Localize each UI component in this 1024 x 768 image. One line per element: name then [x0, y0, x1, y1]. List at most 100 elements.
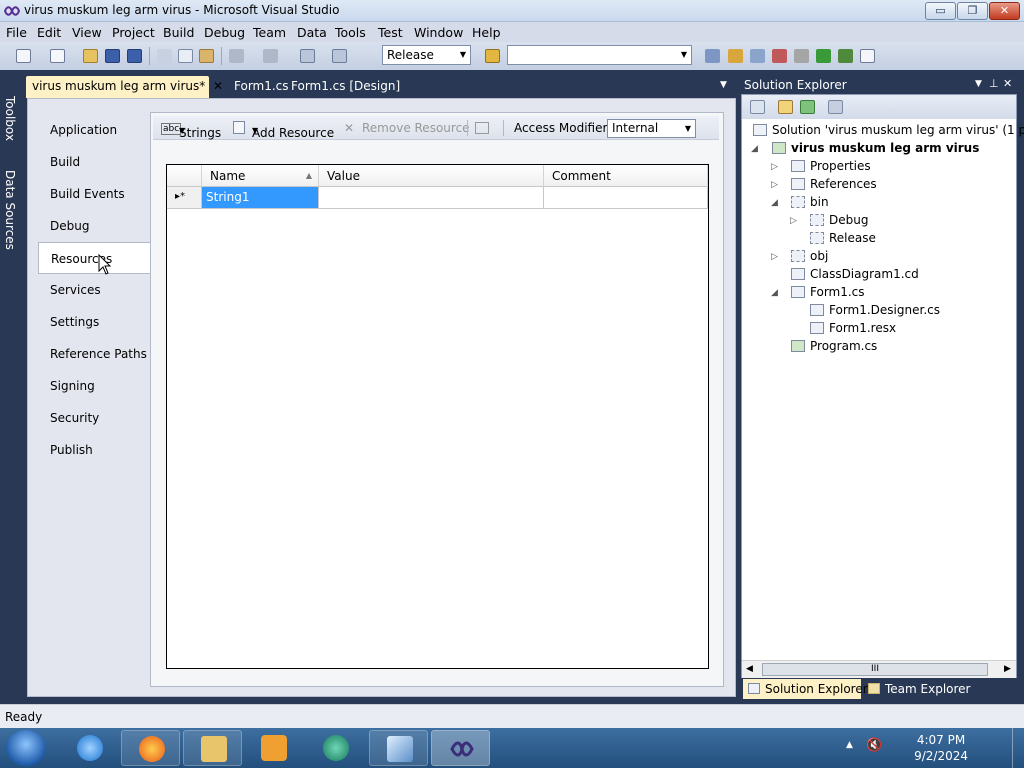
- tree-node-debug[interactable]: Debug: [810, 211, 868, 229]
- expand-icon[interactable]: ▷: [790, 216, 797, 226]
- collapse-icon[interactable]: ◢: [771, 288, 778, 298]
- collapse-icon[interactable]: ◢: [771, 198, 778, 208]
- taskbar-ie[interactable]: [60, 730, 119, 766]
- tree-node-form1-resx[interactable]: Form1.resx: [810, 319, 896, 337]
- nav-settings[interactable]: Settings: [38, 306, 151, 338]
- close-tab-icon[interactable]: ✕: [213, 76, 223, 96]
- column-header-comment[interactable]: Comment: [544, 165, 708, 187]
- chevron-down-icon[interactable]: ▼: [975, 79, 982, 89]
- properties-window-icon[interactable]: [728, 49, 743, 63]
- command-window-icon[interactable]: [860, 49, 875, 63]
- taskbar-media-player[interactable]: [244, 730, 303, 766]
- tree-node-solution[interactable]: Solution 'virus muskum leg arm virus' (1…: [753, 121, 1024, 139]
- menu-project[interactable]: Project: [112, 25, 155, 40]
- data-sources-tab[interactable]: Data Sources: [3, 170, 17, 250]
- menu-window[interactable]: Window: [414, 25, 463, 40]
- value-cell[interactable]: [319, 187, 544, 209]
- access-modifier-dropdown[interactable]: Internal ▼: [607, 119, 696, 138]
- open-file-icon[interactable]: [83, 49, 98, 63]
- tab-form1-design[interactable]: Form1.cs [Design]: [285, 76, 405, 98]
- show-hidden-icons-icon[interactable]: ▲: [846, 740, 853, 750]
- taskbar-firefox[interactable]: [121, 730, 180, 766]
- tab-solution-explorer[interactable]: Solution Explorer: [743, 679, 868, 699]
- object-browser-icon[interactable]: [750, 49, 765, 63]
- expand-icon[interactable]: ▷: [771, 252, 778, 262]
- maximize-button[interactable]: ❐: [957, 2, 988, 20]
- tree-node-bin[interactable]: bin: [791, 193, 829, 211]
- copy-icon[interactable]: [178, 49, 193, 63]
- cut-icon[interactable]: [157, 49, 172, 63]
- menu-help[interactable]: Help: [472, 25, 501, 40]
- views-icon[interactable]: [475, 122, 489, 134]
- menu-data[interactable]: Data: [297, 25, 327, 40]
- tree-node-references[interactable]: References: [791, 175, 877, 193]
- nav-build-events[interactable]: Build Events: [38, 178, 151, 210]
- scrollbar-thumb[interactable]: III: [762, 663, 988, 676]
- navigate-forward-icon[interactable]: [332, 49, 347, 63]
- undo-icon[interactable]: [229, 49, 244, 63]
- find-combo[interactable]: ▼: [507, 45, 692, 65]
- comment-cell[interactable]: [544, 187, 708, 209]
- save-all-icon[interactable]: [127, 49, 142, 63]
- horizontal-scrollbar[interactable]: ◀ III ▶: [742, 660, 1016, 678]
- chevron-down-icon[interactable]: ▼: [720, 80, 727, 90]
- close-button[interactable]: ✕: [989, 2, 1020, 20]
- nav-services[interactable]: Services: [38, 274, 151, 306]
- save-icon[interactable]: [105, 49, 120, 63]
- add-item-icon[interactable]: [50, 49, 65, 63]
- menu-edit[interactable]: Edit: [37, 25, 61, 40]
- show-all-files-icon[interactable]: [778, 100, 793, 114]
- expand-icon[interactable]: ▷: [771, 162, 778, 172]
- menu-team[interactable]: Team: [253, 25, 286, 40]
- start-button[interactable]: [6, 730, 46, 766]
- tree-node-form1[interactable]: Form1.cs: [791, 283, 865, 301]
- nav-reference-paths[interactable]: Reference Paths: [38, 338, 151, 370]
- nav-debug[interactable]: Debug: [38, 210, 151, 242]
- nav-resources[interactable]: Resources: [38, 242, 152, 274]
- start-page-icon[interactable]: [838, 49, 853, 63]
- speaker-muted-icon[interactable]: 🔇: [866, 738, 882, 753]
- clock[interactable]: 4:07 PM 9/2/2024: [914, 732, 968, 764]
- menu-tools[interactable]: Tools: [335, 25, 366, 40]
- minimize-button[interactable]: ▭: [925, 2, 956, 20]
- collapse-icon[interactable]: ◢: [751, 144, 758, 154]
- scroll-left-icon[interactable]: ◀: [746, 664, 753, 674]
- nav-signing[interactable]: Signing: [38, 370, 151, 402]
- tree-node-obj[interactable]: obj: [791, 247, 828, 265]
- column-header-value[interactable]: Value: [319, 165, 544, 187]
- pin-icon[interactable]: ⊥: [989, 77, 999, 90]
- find-in-files-icon[interactable]: [485, 49, 500, 63]
- tools-icon[interactable]: [794, 49, 809, 63]
- extension-manager-icon[interactable]: [816, 49, 831, 63]
- tree-node-properties[interactable]: Properties: [791, 157, 871, 175]
- tree-node-project[interactable]: virus muskum leg arm virus: [772, 139, 979, 157]
- name-cell[interactable]: String1: [202, 187, 319, 209]
- toolbox-tab[interactable]: Toolbox: [3, 96, 17, 141]
- taskbar-explorer[interactable]: [183, 730, 242, 766]
- expand-icon[interactable]: ▷: [771, 180, 778, 190]
- show-desktop-button[interactable]: [1012, 728, 1024, 768]
- column-header-name[interactable]: Name ▲: [202, 165, 319, 187]
- menu-build[interactable]: Build: [163, 25, 194, 40]
- redo-icon[interactable]: [263, 49, 278, 63]
- taskbar-window[interactable]: [369, 730, 428, 766]
- menu-view[interactable]: View: [72, 25, 102, 40]
- navigate-backward-icon[interactable]: [300, 49, 315, 63]
- new-project-icon[interactable]: [16, 49, 31, 63]
- taskbar-app[interactable]: [306, 730, 365, 766]
- nav-build[interactable]: Build: [38, 146, 151, 178]
- menu-debug[interactable]: Debug: [204, 25, 245, 40]
- nav-publish[interactable]: Publish: [38, 434, 151, 466]
- close-panel-icon[interactable]: ✕: [1003, 77, 1012, 90]
- tree-node-release[interactable]: Release: [810, 229, 876, 247]
- properties-icon[interactable]: [750, 100, 765, 114]
- tree-node-classdiagram[interactable]: ClassDiagram1.cd: [791, 265, 919, 283]
- refresh-icon[interactable]: [800, 100, 815, 114]
- nav-security[interactable]: Security: [38, 402, 151, 434]
- solution-explorer-icon[interactable]: [705, 49, 720, 63]
- tab-team-explorer[interactable]: Team Explorer: [863, 679, 983, 699]
- tab-project-properties[interactable]: virus muskum leg arm virus* ✕: [26, 76, 223, 98]
- tree-node-form1-designer[interactable]: Form1.Designer.cs: [810, 301, 940, 319]
- solution-configuration-dropdown[interactable]: Release ▼: [382, 45, 471, 65]
- menu-test[interactable]: Test: [378, 25, 403, 40]
